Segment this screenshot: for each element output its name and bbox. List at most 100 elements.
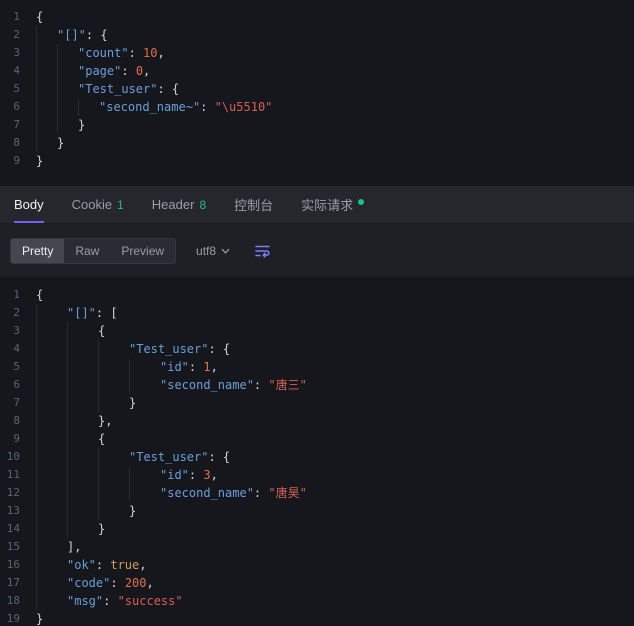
indent-guide xyxy=(57,80,78,98)
json-token-punct: { xyxy=(36,288,44,302)
line-number: 5 xyxy=(13,360,20,373)
indent-guide xyxy=(36,394,67,412)
json-token-key: "page" xyxy=(78,64,122,78)
indent-guide xyxy=(36,44,57,62)
code-line-content: } xyxy=(36,394,136,412)
indent-guide xyxy=(67,412,98,430)
json-token-punct: } xyxy=(36,612,44,626)
view-mode-switcher: Pretty Raw Preview xyxy=(10,237,177,264)
code-line-content: "[]": [ xyxy=(36,304,118,322)
code-line: 15], xyxy=(0,538,634,556)
code-line: 10 "Test_user": { xyxy=(0,448,634,466)
indent-guide xyxy=(36,574,67,592)
wrap-lines-button[interactable] xyxy=(252,241,273,261)
code-line-content: "[]": { xyxy=(36,26,108,44)
json-token-punct: : { xyxy=(208,342,231,356)
json-token-punct: : xyxy=(95,558,111,572)
tab-cookie[interactable]: Cookie 1 xyxy=(72,186,124,223)
code-line-content: "id": 3, xyxy=(36,466,218,484)
json-token-punct: , xyxy=(139,558,147,572)
indent-guide xyxy=(36,448,67,466)
line-number: 2 xyxy=(13,28,20,41)
indent-guide xyxy=(98,340,129,358)
json-token-punct: : { xyxy=(85,28,108,42)
response-body-viewer[interactable]: 1{2 "[]": [3{4 "Test_user": {5 "id": 1, 6 "se… xyxy=(0,277,634,626)
code-line-content: "msg": "success" xyxy=(36,592,183,610)
encoding-value: utf8 xyxy=(196,243,217,258)
json-token-punct: ], xyxy=(67,540,82,554)
json-token-punct: { xyxy=(98,432,106,446)
json-token-key: "msg" xyxy=(67,594,104,608)
code-line: 7} xyxy=(0,116,634,134)
json-token-punct: : xyxy=(103,594,118,608)
encoding-select[interactable]: utf8 xyxy=(196,244,230,258)
tab-console[interactable]: 控制台 xyxy=(234,186,273,223)
code-line-content: "second_name": "唐三" xyxy=(36,376,307,394)
code-line-content: "code": 200, xyxy=(36,574,154,592)
tab-body[interactable]: Body xyxy=(14,186,44,223)
line-number: 14 xyxy=(6,522,20,535)
request-body-editor[interactable]: 1{2 "[]": {3 "count": 10, 4 "page": 0, 5 "Test… xyxy=(0,0,634,186)
json-token-punct: } xyxy=(57,136,65,150)
line-number: 18 xyxy=(6,594,20,607)
json-token-number: 3 xyxy=(203,468,211,482)
code-line: 5 "id": 1, xyxy=(0,358,634,376)
indent-guide xyxy=(67,376,98,394)
tab-header[interactable]: Header 8 xyxy=(152,186,206,223)
code-line-content: "id": 1, xyxy=(36,358,218,376)
code-line: 11 "id": 3, xyxy=(0,466,634,484)
json-token-punct: } xyxy=(36,154,44,168)
code-line-content: { xyxy=(36,8,43,26)
code-line-content: } xyxy=(36,502,136,520)
line-number: 1 xyxy=(13,288,20,301)
indent-guide xyxy=(36,376,67,394)
indent-guide xyxy=(78,98,99,116)
indent-guide xyxy=(57,116,78,134)
json-token-punct: : xyxy=(188,360,204,374)
indent-guide xyxy=(57,62,78,80)
line-number: 8 xyxy=(13,414,20,427)
indent-guide xyxy=(129,358,160,376)
indent-guide xyxy=(67,340,98,358)
line-number: 2 xyxy=(13,306,20,319)
line-number: 15 xyxy=(6,540,20,553)
code-line: 3 "count": 10, xyxy=(0,44,634,62)
json-token-key: "second_name" xyxy=(160,378,254,392)
json-token-boolean: true xyxy=(110,558,140,572)
line-number: 8 xyxy=(13,136,20,149)
indent-guide xyxy=(67,466,98,484)
json-token-key: "Test_user" xyxy=(78,82,158,96)
indent-guide xyxy=(36,520,67,538)
json-token-punct: : xyxy=(110,576,125,590)
indent-guide xyxy=(98,358,129,376)
json-token-punct: { xyxy=(98,324,106,338)
indent-guide xyxy=(98,448,129,466)
indent-guide xyxy=(36,26,57,44)
indent-guide xyxy=(57,44,78,62)
view-mode-pretty[interactable]: Pretty xyxy=(11,238,65,263)
json-token-punct: } xyxy=(129,396,137,410)
line-number: 17 xyxy=(6,576,20,589)
indent-guide xyxy=(36,62,57,80)
json-token-number: 0 xyxy=(135,64,144,78)
view-mode-preview[interactable]: Preview xyxy=(110,239,175,263)
view-mode-raw[interactable]: Raw xyxy=(64,239,110,263)
code-line: 1{ xyxy=(0,286,634,304)
line-number: 3 xyxy=(13,324,20,337)
json-token-key: "count" xyxy=(78,46,129,60)
indent-guide xyxy=(67,322,98,340)
tab-actual-request[interactable]: 实际请求 xyxy=(301,186,365,223)
code-line: 17 "code": 200, xyxy=(0,574,634,592)
indent-guide xyxy=(129,466,160,484)
json-token-punct: , xyxy=(146,576,154,590)
code-line: 12 "second_name": "唐昊" xyxy=(0,484,634,502)
code-line: 19} xyxy=(0,610,634,626)
chevron-down-icon xyxy=(221,248,230,254)
code-line: 2 "[]": { xyxy=(0,26,634,44)
json-token-key: "Test_user" xyxy=(129,342,209,356)
indent-guide xyxy=(36,484,67,502)
code-line-content: "second_name~": "\u5510" xyxy=(36,98,272,116)
response-tab-bar: Body Cookie 1 Header 8 控制台 实际请求 xyxy=(0,186,634,224)
indent-guide xyxy=(36,592,67,610)
code-line-content: } xyxy=(36,116,85,134)
